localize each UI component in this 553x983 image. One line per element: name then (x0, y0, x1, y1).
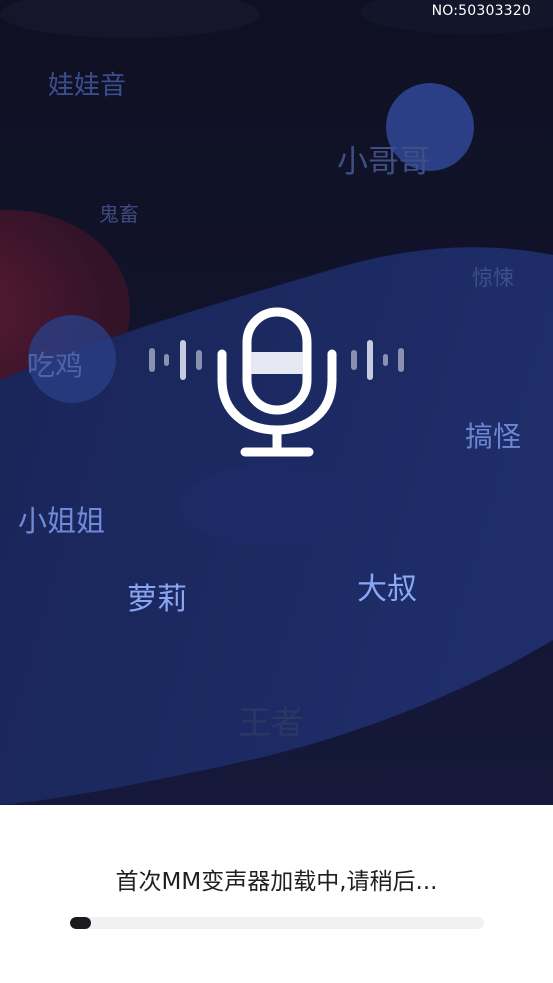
loading-progress-fill (70, 917, 91, 929)
sound-wave-bar (149, 348, 155, 372)
sound-wave-bar (164, 354, 169, 366)
microphone-icon (149, 307, 404, 457)
voice-tag-luoli: 萝莉 (127, 582, 187, 617)
sound-wave-bar (180, 340, 186, 380)
sound-wave-bar (383, 354, 388, 366)
voice-tag-wangzhe: 王者 (238, 703, 304, 742)
voice-tag-wawayin: 娃娃音 (48, 71, 127, 101)
voice-tag-jingsong: 惊悚 (472, 266, 514, 290)
voice-tag-guichu: 鬼畜 (99, 202, 139, 226)
voice-tag-dashu: 大叔 (357, 572, 417, 607)
sound-wave-bar (351, 350, 357, 370)
hero-banner: NO:50303320 娃娃音 小哥哥 鬼畜 惊悚 吃鸡 搞怪 小姐姐 萝莉 大… (0, 0, 553, 805)
loading-panel: 首次MM变声器加载中,请稍后... (0, 805, 553, 983)
voice-tag-gaoguai: 搞怪 (465, 420, 522, 453)
serial-number: NO:50303320 (431, 3, 531, 19)
sound-wave-bar (367, 340, 373, 380)
sound-wave-bar (196, 350, 202, 370)
voice-tag-xiaogege: 小哥哥 (337, 144, 430, 180)
voice-tag-xiaojiejie: 小姐姐 (18, 504, 106, 538)
loading-message: 首次MM变声器加载中,请稍后... (115, 869, 438, 895)
voice-tag-chiji: 吃鸡 (27, 349, 84, 382)
loading-progress-bar (70, 917, 484, 929)
sound-wave-bar (398, 348, 404, 372)
splash-screen: NO:50303320 娃娃音 小哥哥 鬼畜 惊悚 吃鸡 搞怪 小姐姐 萝莉 大… (0, 0, 553, 983)
